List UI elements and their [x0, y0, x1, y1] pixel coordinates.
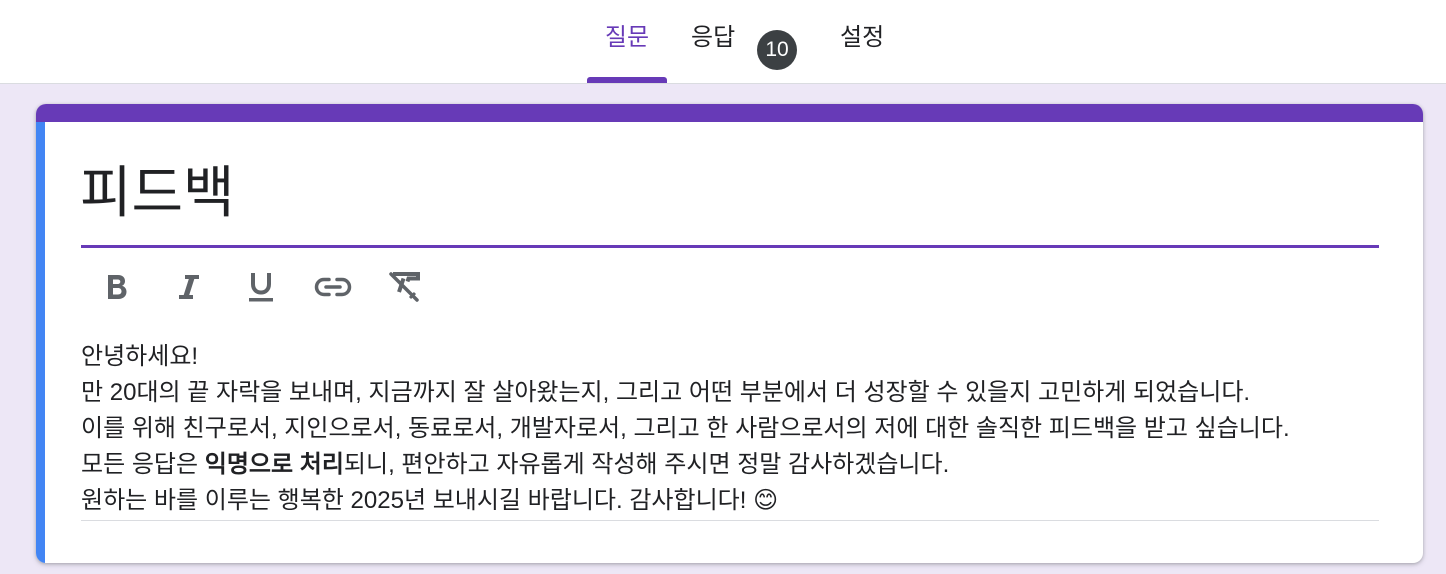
form-title-input[interactable]: 피드백: [80, 158, 235, 228]
tab-settings[interactable]: 설정: [840, 0, 884, 83]
active-tab-indicator: [587, 77, 667, 83]
description-text: 모든 응답은: [81, 451, 205, 478]
responses-count-badge: 10: [757, 30, 797, 70]
description-line: 이를 위해 친구로서, 지인으로서, 동료로서, 개발자로서, 그리고 한 사람…: [81, 415, 1290, 442]
description-line: 안녕하세요!: [81, 343, 199, 370]
card-accent-bar: [36, 104, 1423, 122]
link-icon: [314, 277, 352, 297]
form-header-card: 피드백 안녕하세요! 만 20대의 끝 자락을 보내며, 지금까지 잘 살아왔는…: [36, 104, 1423, 563]
title-focus-underline: [81, 245, 1379, 248]
description-text: 되니, 편안하고 자유롭게 작성해 주시면 정말 감사하겠습니다.: [343, 451, 950, 478]
bold-icon: [108, 275, 127, 299]
description-line: 원하는 바를 이루는 행복한 2025년 보내시길 바랍니다. 감사합니다! 😊: [81, 487, 779, 514]
bold-button[interactable]: [81, 264, 153, 310]
link-button[interactable]: [297, 264, 369, 310]
tab-questions-label: 질문: [604, 24, 650, 51]
underline-icon: [249, 273, 273, 302]
underline-button[interactable]: [225, 264, 297, 310]
tab-questions[interactable]: 질문: [587, 0, 667, 83]
tab-responses[interactable]: 응답: [691, 0, 735, 83]
description-underline: [81, 520, 1379, 521]
italic-button[interactable]: [153, 264, 225, 310]
description-bold-text: 익명으로 처리: [204, 451, 344, 478]
form-description-input[interactable]: 안녕하세요! 만 20대의 끝 자락을 보내며, 지금까지 잘 살아왔는지, 그…: [81, 339, 1379, 519]
description-line: 모든 응답은 익명으로 처리되니, 편안하고 자유롭게 작성해 주시면 정말 감…: [81, 447, 1379, 483]
top-tab-bar: 질문 응답 10 설정: [0, 0, 1446, 84]
italic-icon: [179, 275, 199, 299]
description-line: 만 20대의 끝 자락을 보내며, 지금까지 잘 살아왔는지, 그리고 어떤 부…: [81, 379, 1251, 406]
clear-format-button[interactable]: [369, 264, 441, 310]
tab-settings-label: 설정: [840, 24, 885, 51]
card-focus-bar: [36, 122, 45, 563]
clear-format-icon: [389, 272, 420, 302]
format-toolbar: [81, 264, 441, 310]
tab-responses-label: 응답: [691, 24, 736, 51]
